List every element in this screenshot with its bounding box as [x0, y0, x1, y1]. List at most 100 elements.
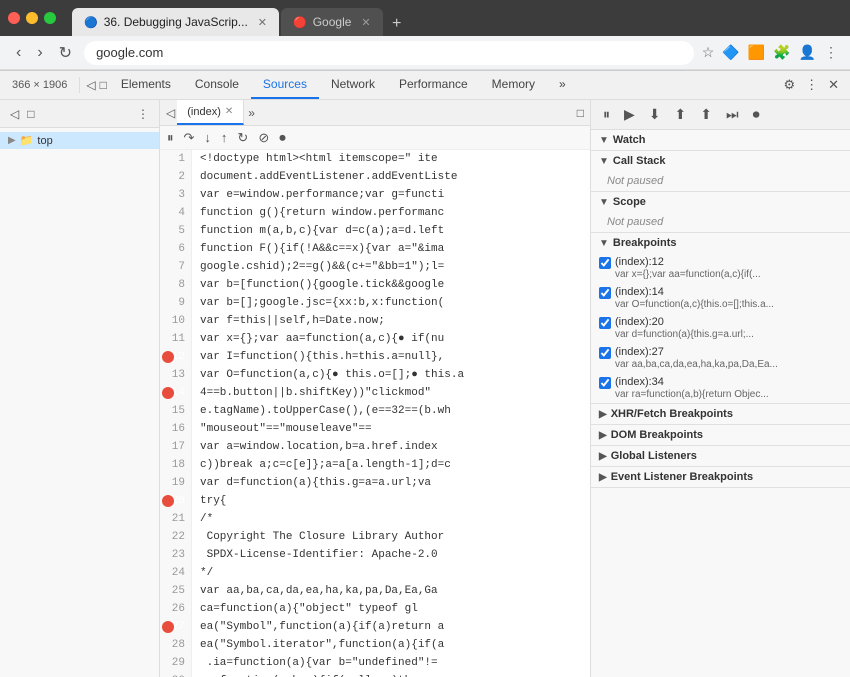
line-number[interactable]: 13	[160, 366, 191, 384]
step-button[interactable]: ↻	[234, 128, 251, 148]
url-input[interactable]	[84, 41, 694, 65]
line-number[interactable]: 4	[160, 204, 191, 222]
close-devtools-button[interactable]: ✕	[825, 74, 842, 96]
extension-icon-2[interactable]: 🟧	[748, 44, 765, 61]
line-number[interactable]: 25	[160, 582, 191, 600]
line-number[interactable]: 23	[160, 546, 191, 564]
breakpoint-checkbox[interactable]	[599, 347, 611, 359]
more-options-button[interactable]: ⋮	[802, 74, 821, 96]
breakpoint-checkbox[interactable]	[599, 287, 611, 299]
line-number[interactable]: 2	[160, 168, 191, 186]
devtools-type-button-1[interactable]: ◁	[84, 76, 97, 94]
line-number[interactable]: 29	[160, 654, 191, 672]
section-header-breakpoints[interactable]: ▼Breakpoints	[591, 233, 850, 253]
breakpoint-checkbox[interactable]	[599, 257, 611, 269]
debugger-button[interactable]: ⬇	[645, 104, 665, 125]
debugger-button[interactable]: ⏸	[599, 104, 614, 125]
line-number[interactable]: 19	[160, 474, 191, 492]
section-header-global_listeners[interactable]: ▶Global Listeners	[591, 446, 850, 466]
file-tree-item-top[interactable]: ▶ 📁 top	[0, 132, 159, 149]
close-window-button[interactable]	[8, 12, 20, 24]
profile-icon[interactable]: 👤	[799, 44, 816, 61]
tab-close-google-button[interactable]: ✕	[361, 16, 370, 29]
pause-resume-button[interactable]: ⏸	[164, 128, 177, 148]
maximize-window-button[interactable]	[44, 12, 56, 24]
chevron-icon: ▼	[599, 156, 609, 167]
line-number[interactable]: 30	[160, 672, 191, 677]
back-button[interactable]: ‹	[12, 42, 25, 64]
breakpoint-checkbox[interactable]	[599, 317, 611, 329]
breakpoint-checkbox[interactable]	[599, 377, 611, 389]
menu-icon[interactable]: ⋮	[824, 44, 838, 61]
debugger-button[interactable]: ⏺	[749, 104, 764, 125]
extension-icon-3[interactable]: 🧩	[773, 44, 790, 61]
devtools-type-button-2[interactable]: □	[98, 76, 109, 94]
line-number[interactable]: 7	[160, 258, 191, 276]
code-lines: <!doctype html><html itemscope=" itedocu…	[192, 150, 590, 677]
browser-tab-google[interactable]: 🔴 Google ✕	[281, 8, 383, 36]
code-panel-maximize-button[interactable]: □	[575, 104, 586, 122]
step-over-button[interactable]: ↷	[181, 128, 198, 148]
tab-more[interactable]: »	[547, 71, 578, 99]
file-tree-layout-button[interactable]: □	[25, 105, 36, 123]
tab-console[interactable]: Console	[183, 71, 251, 99]
tab-elements[interactable]: Elements	[109, 71, 183, 99]
deactivate-breakpoints-button[interactable]: ⊘	[255, 128, 272, 148]
step-into-button[interactable]: ↓	[201, 128, 214, 147]
browser-tab-active[interactable]: 🔵 36. Debugging JavaScrip... ✕	[72, 8, 279, 36]
file-tree-more-button[interactable]: ⋮	[135, 105, 151, 123]
line-number[interactable]: 5	[160, 222, 191, 240]
section-header-event_listener_breakpoints[interactable]: ▶Event Listener Breakpoints	[591, 467, 850, 487]
line-number[interactable]: 22	[160, 528, 191, 546]
tab-sources[interactable]: Sources	[251, 71, 319, 99]
line-number[interactable]: 12	[160, 348, 191, 366]
step-out-button[interactable]: ↑	[218, 128, 231, 147]
settings-icon-button[interactable]: ⚙	[780, 74, 798, 96]
code-tabs-more-button[interactable]: »	[244, 106, 259, 120]
line-number[interactable]: 15	[160, 402, 191, 420]
section-header-call_stack[interactable]: ▼Call Stack	[591, 151, 850, 171]
line-number[interactable]: 6	[160, 240, 191, 258]
line-number[interactable]: 8	[160, 276, 191, 294]
line-number[interactable]: 3	[160, 186, 191, 204]
tab-memory[interactable]: Memory	[480, 71, 547, 99]
line-number[interactable]: 16	[160, 420, 191, 438]
forward-button[interactable]: ›	[33, 42, 46, 64]
pause-on-exceptions-button[interactable]: ⏺	[276, 128, 289, 148]
minimize-window-button[interactable]	[26, 12, 38, 24]
section-header-dom_breakpoints[interactable]: ▶DOM Breakpoints	[591, 425, 850, 445]
debugger-button[interactable]: ⬆	[696, 104, 716, 125]
debugger-button[interactable]: ▶	[620, 104, 639, 125]
not-paused-label: Not paused	[591, 212, 850, 232]
line-number[interactable]: 14	[160, 384, 191, 402]
line-number[interactable]: 20	[160, 492, 191, 510]
line-number[interactable]: 10	[160, 312, 191, 330]
line-number[interactable]: 1	[160, 150, 191, 168]
line-number[interactable]: 17	[160, 438, 191, 456]
line-number[interactable]: 9	[160, 294, 191, 312]
section-header-scope[interactable]: ▼Scope	[591, 192, 850, 212]
extension-icon-1[interactable]: 🔷	[722, 44, 739, 61]
line-number[interactable]: 24	[160, 564, 191, 582]
code-content[interactable]: 1234567891011121314151617181920212223242…	[160, 150, 590, 677]
section-header-xhr_breakpoints[interactable]: ▶XHR/Fetch Breakpoints	[591, 404, 850, 424]
debugger-button[interactable]: ⏭	[722, 104, 743, 125]
line-number[interactable]: 26	[160, 600, 191, 618]
code-panel-toggle-button[interactable]: ◁	[164, 104, 177, 122]
code-tab-index[interactable]: (index) ✕	[177, 100, 244, 125]
tab-performance[interactable]: Performance	[387, 71, 480, 99]
line-number[interactable]: 18	[160, 456, 191, 474]
new-tab-button[interactable]: +	[385, 12, 409, 36]
tab-network[interactable]: Network	[319, 71, 387, 99]
code-tab-close-button[interactable]: ✕	[225, 106, 233, 117]
line-number[interactable]: 21	[160, 510, 191, 528]
reload-button[interactable]: ↻	[55, 41, 76, 65]
file-tree-toggle-button[interactable]: ◁	[8, 105, 21, 123]
line-number[interactable]: 27	[160, 618, 191, 636]
debugger-button[interactable]: ⬆	[671, 104, 691, 125]
line-number[interactable]: 28	[160, 636, 191, 654]
bookmark-icon[interactable]: ☆	[702, 44, 715, 61]
tab-close-button[interactable]: ✕	[258, 16, 267, 29]
section-header-watch[interactable]: ▼Watch	[591, 130, 850, 150]
line-number[interactable]: 11	[160, 330, 191, 348]
